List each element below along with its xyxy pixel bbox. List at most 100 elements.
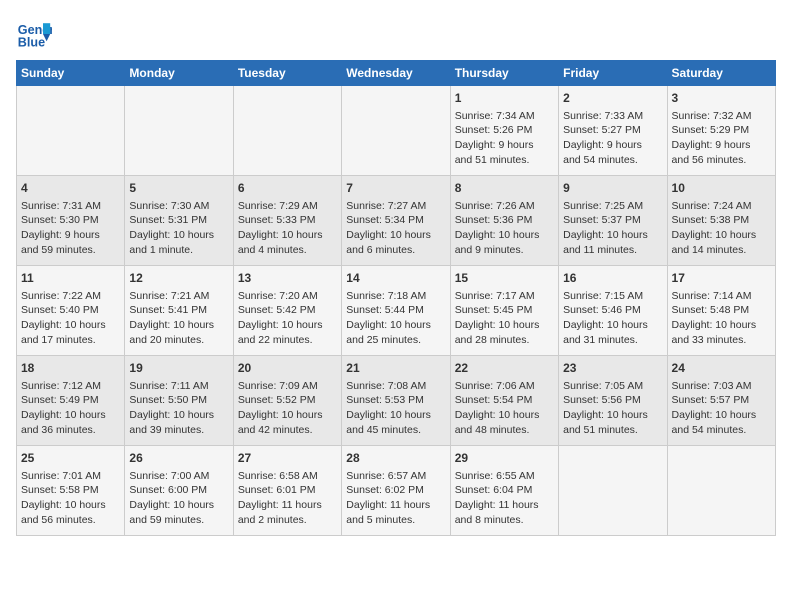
day-number: 23 (563, 360, 662, 377)
calendar-cell: 2Sunrise: 7:33 AM Sunset: 5:27 PM Daylig… (559, 86, 667, 176)
day-number: 15 (455, 270, 554, 287)
calendar-cell: 1Sunrise: 7:34 AM Sunset: 5:26 PM Daylig… (450, 86, 558, 176)
day-info: Sunrise: 7:09 AM Sunset: 5:52 PM Dayligh… (238, 379, 337, 438)
calendar-week-row: 11 Sunrise: 7:22 AM Sunset: 5:40 PM Dayli… (17, 266, 776, 356)
day-number: 21 (346, 360, 445, 377)
calendar-cell (342, 86, 450, 176)
calendar-cell: 12Sunrise: 7:21 AM Sunset: 5:41 PM Dayli… (125, 266, 233, 356)
day-info: Sunrise: 7:00 AM Sunset: 6:00 PM Dayligh… (129, 469, 228, 528)
calendar-cell: 10 Sunrise: 7:24 AM Sunset: 5:38 PM Dayli… (667, 176, 775, 266)
day-number: 27 (238, 450, 337, 467)
day-number: 29 (455, 450, 554, 467)
day-info: Sunrise: 7:12 AM Sunset: 5:49 PM Dayligh… (21, 379, 120, 438)
day-number: 17 (672, 270, 771, 287)
calendar-cell (233, 86, 341, 176)
day-number: 13 (238, 270, 337, 287)
column-header-monday: Monday (125, 61, 233, 86)
calendar-cell: 3 Sunrise: 7:32 AM Sunset: 5:29 PM Daylig… (667, 86, 775, 176)
day-number: 10 (672, 180, 771, 197)
day-info: Sunrise: 7:25 AM Sunset: 5:37 PM Dayligh… (563, 199, 662, 258)
day-number: 18 (21, 360, 120, 377)
day-number: 11 (21, 270, 120, 287)
day-number: 5 (129, 180, 228, 197)
column-header-sunday: Sunday (17, 61, 125, 86)
day-info: Sunrise: 7:17 AM Sunset: 5:45 PM Dayligh… (455, 289, 554, 348)
column-header-thursday: Thursday (450, 61, 558, 86)
day-info: Sunrise: 7:11 AM Sunset: 5:50 PM Dayligh… (129, 379, 228, 438)
calendar-cell: 4 Sunrise: 7:31 AM Sunset: 5:30 PM Daylig… (17, 176, 125, 266)
svg-text:Blue: Blue (18, 36, 45, 50)
calendar-cell: 26 Sunrise: 7:00 AM Sunset: 6:00 PM Dayli… (125, 446, 233, 536)
calendar-cell: 25 Sunrise: 7:01 AM Sunset: 5:58 PM Dayli… (17, 446, 125, 536)
day-info: Sunrise: 6:55 AM Sunset: 6:04 PM Dayligh… (455, 469, 554, 528)
calendar-week-row: 4 Sunrise: 7:31 AM Sunset: 5:30 PM Daylig… (17, 176, 776, 266)
day-number: 12 (129, 270, 228, 287)
day-number: 7 (346, 180, 445, 197)
day-info: Sunrise: 7:15 AM Sunset: 5:46 PM Dayligh… (563, 289, 662, 348)
calendar-cell: 27 Sunrise: 6:58 AM Sunset: 6:01 PM Dayli… (233, 446, 341, 536)
day-info: Sunrise: 7:14 AM Sunset: 5:48 PM Dayligh… (672, 289, 771, 348)
calendar-cell: 13 Sunrise: 7:20 AM Sunset: 5:42 PM Dayli… (233, 266, 341, 356)
day-info: Sunrise: 7:26 AM Sunset: 5:36 PM Dayligh… (455, 199, 554, 258)
day-info: Sunrise: 7:32 AM Sunset: 5:29 PM Dayligh… (672, 109, 771, 168)
day-info: Sunrise: 7:08 AM Sunset: 5:53 PM Dayligh… (346, 379, 445, 438)
logo-icon: General Blue (16, 16, 52, 52)
day-info: Sunrise: 6:57 AM Sunset: 6:02 PM Dayligh… (346, 469, 445, 528)
day-number: 16 (563, 270, 662, 287)
day-info: Sunrise: 7:03 AM Sunset: 5:57 PM Dayligh… (672, 379, 771, 438)
day-info: Sunrise: 7:33 AM Sunset: 5:27 PM Dayligh… (563, 109, 662, 168)
day-number: 22 (455, 360, 554, 377)
day-info: Sunrise: 7:05 AM Sunset: 5:56 PM Dayligh… (563, 379, 662, 438)
header: General Blue (16, 16, 776, 52)
day-info: Sunrise: 7:29 AM Sunset: 5:33 PM Dayligh… (238, 199, 337, 258)
calendar-cell: 19 Sunrise: 7:11 AM Sunset: 5:50 PM Dayli… (125, 356, 233, 446)
day-number: 26 (129, 450, 228, 467)
calendar-cell: 11 Sunrise: 7:22 AM Sunset: 5:40 PM Dayli… (17, 266, 125, 356)
day-number: 24 (672, 360, 771, 377)
calendar-cell (667, 446, 775, 536)
calendar-cell: 5 Sunrise: 7:30 AM Sunset: 5:31 PM Daylig… (125, 176, 233, 266)
day-number: 1 (455, 90, 554, 107)
calendar-cell: 21 Sunrise: 7:08 AM Sunset: 5:53 PM Dayli… (342, 356, 450, 446)
day-number: 19 (129, 360, 228, 377)
day-info: Sunrise: 7:22 AM Sunset: 5:40 PM Dayligh… (21, 289, 120, 348)
column-header-tuesday: Tuesday (233, 61, 341, 86)
day-info: Sunrise: 7:30 AM Sunset: 5:31 PM Dayligh… (129, 199, 228, 258)
calendar-cell: 29 Sunrise: 6:55 AM Sunset: 6:04 PM Dayli… (450, 446, 558, 536)
calendar-cell: 16 Sunrise: 7:15 AM Sunset: 5:46 PM Dayli… (559, 266, 667, 356)
day-number: 9 (563, 180, 662, 197)
calendar-cell: 15 Sunrise: 7:17 AM Sunset: 5:45 PM Dayli… (450, 266, 558, 356)
calendar-cell: 22Sunrise: 7:06 AM Sunset: 5:54 PM Dayli… (450, 356, 558, 446)
column-header-wednesday: Wednesday (342, 61, 450, 86)
calendar-cell: 6 Sunrise: 7:29 AM Sunset: 5:33 PM Daylig… (233, 176, 341, 266)
day-info: Sunrise: 7:01 AM Sunset: 5:58 PM Dayligh… (21, 469, 120, 528)
calendar-week-row: 1Sunrise: 7:34 AM Sunset: 5:26 PM Daylig… (17, 86, 776, 176)
day-number: 14 (346, 270, 445, 287)
day-info: Sunrise: 7:20 AM Sunset: 5:42 PM Dayligh… (238, 289, 337, 348)
day-info: Sunrise: 6:58 AM Sunset: 6:01 PM Dayligh… (238, 469, 337, 528)
day-number: 3 (672, 90, 771, 107)
calendar-cell: 23 Sunrise: 7:05 AM Sunset: 5:56 PM Dayli… (559, 356, 667, 446)
day-number: 6 (238, 180, 337, 197)
calendar-cell: 28 Sunrise: 6:57 AM Sunset: 6:02 PM Dayli… (342, 446, 450, 536)
calendar-cell: 20 Sunrise: 7:09 AM Sunset: 5:52 PM Dayli… (233, 356, 341, 446)
day-info: Sunrise: 7:18 AM Sunset: 5:44 PM Dayligh… (346, 289, 445, 348)
day-info: Sunrise: 7:31 AM Sunset: 5:30 PM Dayligh… (21, 199, 120, 258)
calendar-header-row: SundayMondayTuesdayWednesdayThursdayFrid… (17, 61, 776, 86)
day-number: 25 (21, 450, 120, 467)
day-number: 4 (21, 180, 120, 197)
calendar-cell: 18 Sunrise: 7:12 AM Sunset: 5:49 PM Dayli… (17, 356, 125, 446)
column-header-friday: Friday (559, 61, 667, 86)
day-number: 28 (346, 450, 445, 467)
column-header-saturday: Saturday (667, 61, 775, 86)
calendar-table: SundayMondayTuesdayWednesdayThursdayFrid… (16, 60, 776, 536)
calendar-cell: 24 Sunrise: 7:03 AM Sunset: 5:57 PM Dayli… (667, 356, 775, 446)
day-info: Sunrise: 7:24 AM Sunset: 5:38 PM Dayligh… (672, 199, 771, 258)
calendar-cell: 17 Sunrise: 7:14 AM Sunset: 5:48 PM Dayli… (667, 266, 775, 356)
calendar-cell: 14 Sunrise: 7:18 AM Sunset: 5:44 PM Dayli… (342, 266, 450, 356)
calendar-week-row: 25 Sunrise: 7:01 AM Sunset: 5:58 PM Dayli… (17, 446, 776, 536)
calendar-cell (559, 446, 667, 536)
day-number: 20 (238, 360, 337, 377)
day-info: Sunrise: 7:27 AM Sunset: 5:34 PM Dayligh… (346, 199, 445, 258)
calendar-cell: 7 Sunrise: 7:27 AM Sunset: 5:34 PM Daylig… (342, 176, 450, 266)
